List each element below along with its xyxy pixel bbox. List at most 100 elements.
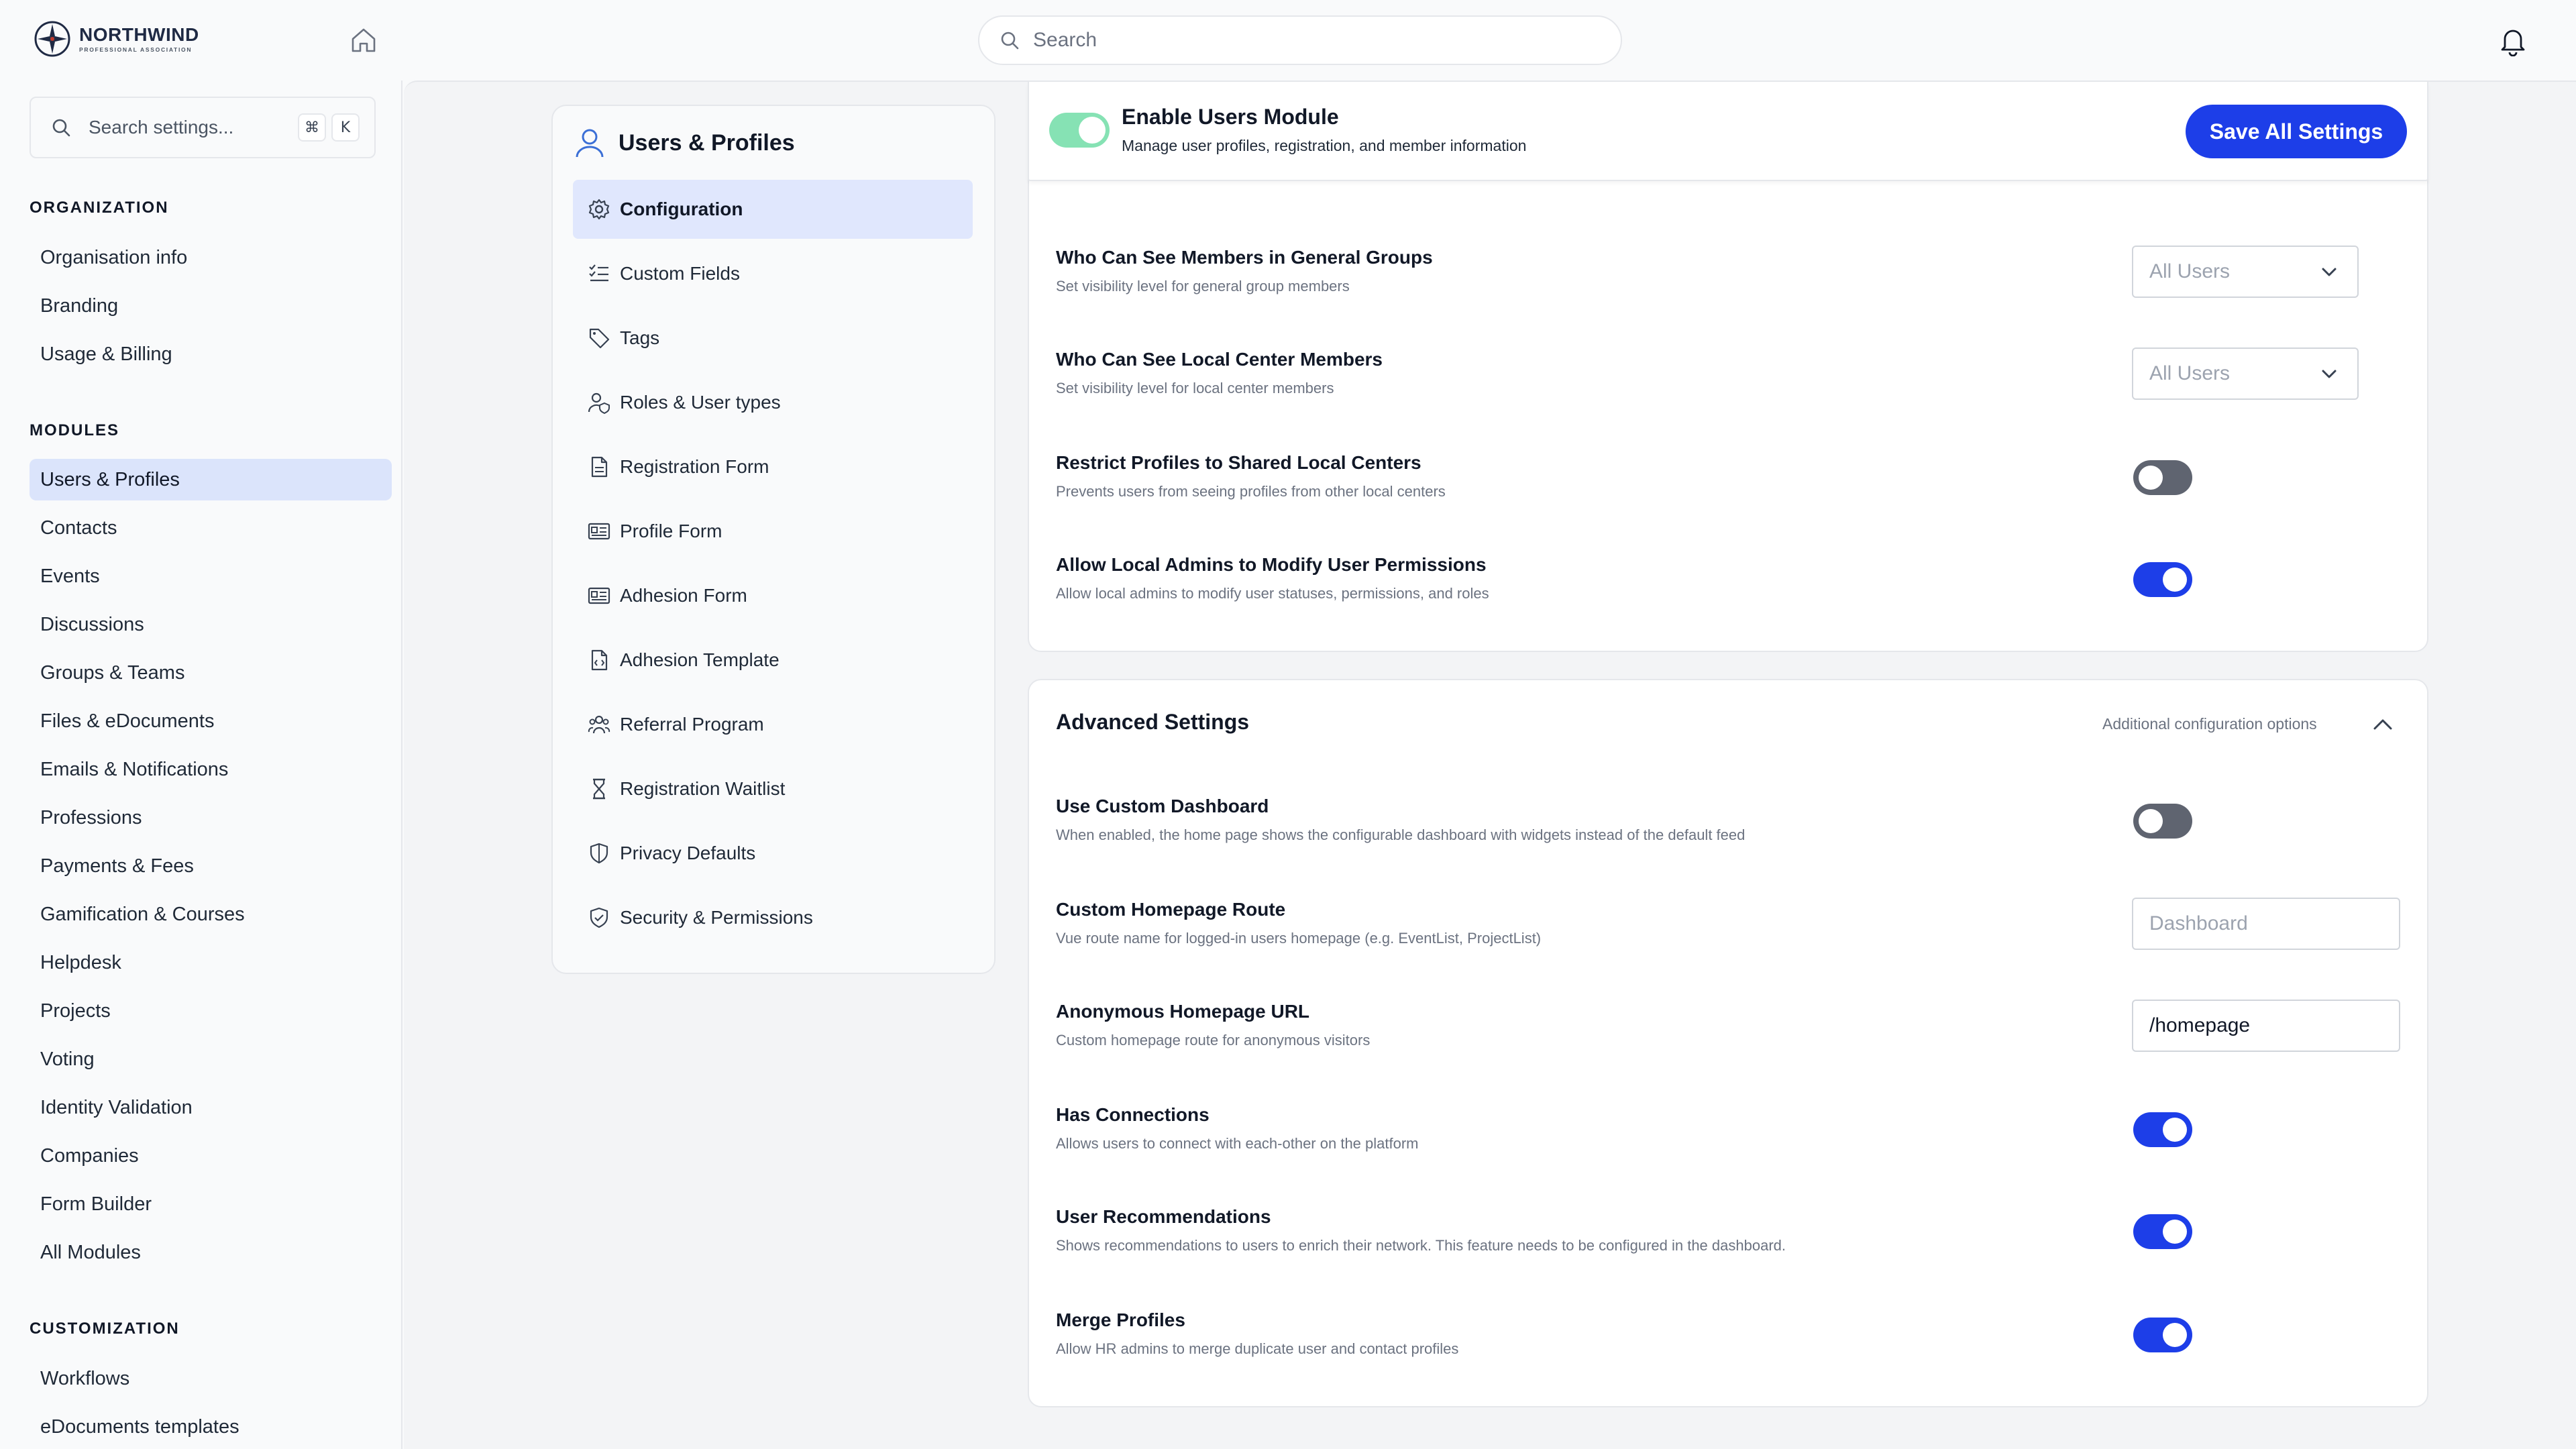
sidebar-item-voting[interactable]: Voting	[30, 1038, 392, 1080]
submenu-header: Users & Profiles	[573, 126, 795, 160]
search-icon	[1001, 32, 1019, 50]
submenu-item-profile-form[interactable]: Profile Form	[573, 502, 973, 561]
local-admin-permissions-toggle[interactable]	[2133, 562, 2192, 597]
setting-description: Allows users to connect with each-other …	[1056, 1135, 1419, 1152]
setting-row-custom-dashboard: Use Custom Dashboard When enabled, the h…	[1056, 796, 2411, 863]
settings-sidebar: Search settings... ⌘ K ORGANIZATION Orga…	[0, 80, 402, 1449]
sidebar-item-projects[interactable]: Projects	[30, 990, 392, 1032]
enable-users-module-toggle[interactable]	[1049, 113, 1110, 148]
submenu-item-registration-form[interactable]: Registration Form	[573, 437, 973, 496]
select-value: All Users	[2149, 362, 2231, 384]
sidebar-item-events[interactable]: Events	[30, 555, 392, 597]
save-all-settings-button[interactable]: Save All Settings	[2186, 105, 2407, 158]
global-search-input[interactable]: Search	[978, 15, 1622, 65]
submenu-item-tags[interactable]: Tags	[573, 309, 973, 368]
submenu-item-security-permissions[interactable]: Security & Permissions	[573, 888, 973, 947]
chevron-down-icon	[2322, 268, 2337, 276]
submenu-item-configuration[interactable]: Configuration	[573, 180, 973, 239]
submenu-item-label: Registration Form	[620, 456, 769, 477]
setting-row-has-connections: Has Connections Allows users to connect …	[1056, 1104, 2411, 1171]
submenu-item-label: Roles & User types	[620, 392, 781, 413]
sidebar-item-helpdesk[interactable]: Helpdesk	[30, 942, 392, 983]
shortcut-key-k: K	[331, 113, 360, 142]
sidebar-item-payments-fees[interactable]: Payments & Fees	[30, 845, 392, 887]
submenu-item-label: Adhesion Template	[620, 649, 780, 670]
submenu-item-label: Privacy Defaults	[620, 843, 756, 863]
sidebar-item-professions[interactable]: Professions	[30, 797, 392, 839]
sidebar-item-all-modules[interactable]: All Modules	[30, 1232, 392, 1273]
user-recommendations-toggle[interactable]	[2133, 1214, 2192, 1249]
local-center-visibility-select[interactable]: All Users	[2132, 347, 2359, 400]
sidebar-item-users-profiles[interactable]: Users & Profiles	[30, 459, 392, 500]
user-icon	[576, 129, 604, 158]
sidebar-item-files-edocuments[interactable]: Files & eDocuments	[30, 700, 392, 742]
submenu-item-adhesion-form[interactable]: Adhesion Form	[573, 566, 973, 625]
settings-search-input[interactable]: Search settings... ⌘ K	[30, 97, 376, 158]
submenu-item-label: Security & Permissions	[620, 907, 813, 928]
id-card-icon	[588, 523, 610, 540]
sidebar-item-discussions[interactable]: Discussions	[30, 604, 392, 645]
sidebar-item-workflows[interactable]: Workflows	[30, 1358, 392, 1399]
module-enable-title: Enable Users Module	[1122, 105, 1339, 129]
toggle-knob	[2139, 809, 2163, 833]
sidebar-item-organisation-info[interactable]: Organisation info	[30, 237, 392, 278]
sidebar-item-identity-validation[interactable]: Identity Validation	[30, 1087, 392, 1128]
section-heading-modules: MODULES	[30, 421, 119, 439]
sidebar-item-groups-teams[interactable]: Groups & Teams	[30, 652, 392, 694]
setting-row-restrict-profiles: Restrict Profiles to Shared Local Center…	[1056, 452, 2411, 519]
submenu-item-referral-program[interactable]: Referral Program	[573, 695, 973, 754]
submenu-item-label: Tags	[620, 327, 660, 348]
submenu-item-registration-waitlist[interactable]: Registration Waitlist	[573, 759, 973, 818]
submenu-item-custom-fields[interactable]: Custom Fields	[573, 244, 973, 303]
setting-title: Anonymous Homepage URL	[1056, 1001, 1310, 1022]
setting-description: Custom homepage route for anonymous visi…	[1056, 1032, 1371, 1049]
submenu-item-label: Adhesion Form	[620, 585, 747, 606]
bell-icon[interactable]	[2497, 24, 2529, 56]
custom-homepage-route-input[interactable]: Dashboard	[2132, 898, 2400, 950]
file-code-icon	[591, 649, 608, 671]
sidebar-item-branding[interactable]: Branding	[30, 285, 392, 327]
setting-row-user-recommendations: User Recommendations Shows recommendatio…	[1056, 1206, 2411, 1273]
custom-dashboard-toggle[interactable]	[2133, 804, 2192, 839]
settings-search-placeholder: Search settings...	[89, 117, 234, 138]
chevron-up-icon[interactable]	[2371, 712, 2395, 737]
brand-logo[interactable]: NORTHWIND PROFESSIONAL ASSOCIATION	[34, 20, 199, 58]
submenu-item-label: Profile Form	[620, 521, 722, 541]
toggle-knob	[2139, 466, 2163, 490]
sidebar-item-emails-notifications[interactable]: Emails & Notifications	[30, 749, 392, 790]
top-bar: NORTHWIND PROFESSIONAL ASSOCIATION Searc…	[0, 0, 2576, 80]
restrict-profiles-toggle[interactable]	[2133, 460, 2192, 495]
submenu-item-label: Configuration	[620, 199, 743, 219]
submenu-item-roles-user-types[interactable]: Roles & User types	[573, 373, 973, 432]
general-groups-visibility-select[interactable]: All Users	[2132, 246, 2359, 298]
submenu-item-privacy-defaults[interactable]: Privacy Defaults	[573, 824, 973, 883]
submenu-item-adhesion-template[interactable]: Adhesion Template	[573, 631, 973, 690]
brand-name: NORTHWIND	[79, 24, 199, 45]
toggle-knob	[2163, 1118, 2187, 1142]
setting-title: Has Connections	[1056, 1104, 1210, 1125]
id-card-icon	[588, 587, 610, 604]
setting-title: Who Can See Local Center Members	[1056, 349, 1383, 370]
module-enable-header: Enable Users Module Manage user profiles…	[1028, 82, 2428, 181]
merge-profiles-toggle[interactable]	[2133, 1318, 2192, 1352]
sidebar-item-contacts[interactable]: Contacts	[30, 507, 392, 549]
setting-description: Prevents users from seeing profiles from…	[1056, 483, 1446, 500]
setting-title: Custom Homepage Route	[1056, 899, 1286, 920]
setting-description: Allow local admins to modify user status…	[1056, 585, 1489, 602]
setting-row-local-admin-permissions: Allow Local Admins to Modify User Permis…	[1056, 554, 2411, 621]
setting-description: Shows recommendations to users to enrich…	[1056, 1237, 1786, 1254]
anonymous-homepage-url-input[interactable]: /homepage	[2132, 1000, 2400, 1052]
sidebar-item-companies[interactable]: Companies	[30, 1135, 392, 1177]
sidebar-item-edocuments-templates[interactable]: eDocuments templates	[30, 1406, 392, 1448]
toggle-knob	[2163, 1323, 2187, 1347]
has-connections-toggle[interactable]	[2133, 1112, 2192, 1147]
sidebar-item-usage-billing[interactable]: Usage & Billing	[30, 333, 392, 375]
hourglass-icon	[593, 778, 605, 800]
setting-description: Vue route name for logged-in users homep…	[1056, 930, 1542, 947]
toggle-knob	[2163, 568, 2187, 592]
setting-description: Set visibility level for local center me…	[1056, 380, 1334, 396]
sidebar-item-gamification-courses[interactable]: Gamification & Courses	[30, 894, 392, 935]
home-icon[interactable]	[349, 25, 378, 55]
sidebar-item-form-builder[interactable]: Form Builder	[30, 1183, 392, 1225]
advanced-settings-subtitle: Additional configuration options	[2102, 715, 2317, 733]
